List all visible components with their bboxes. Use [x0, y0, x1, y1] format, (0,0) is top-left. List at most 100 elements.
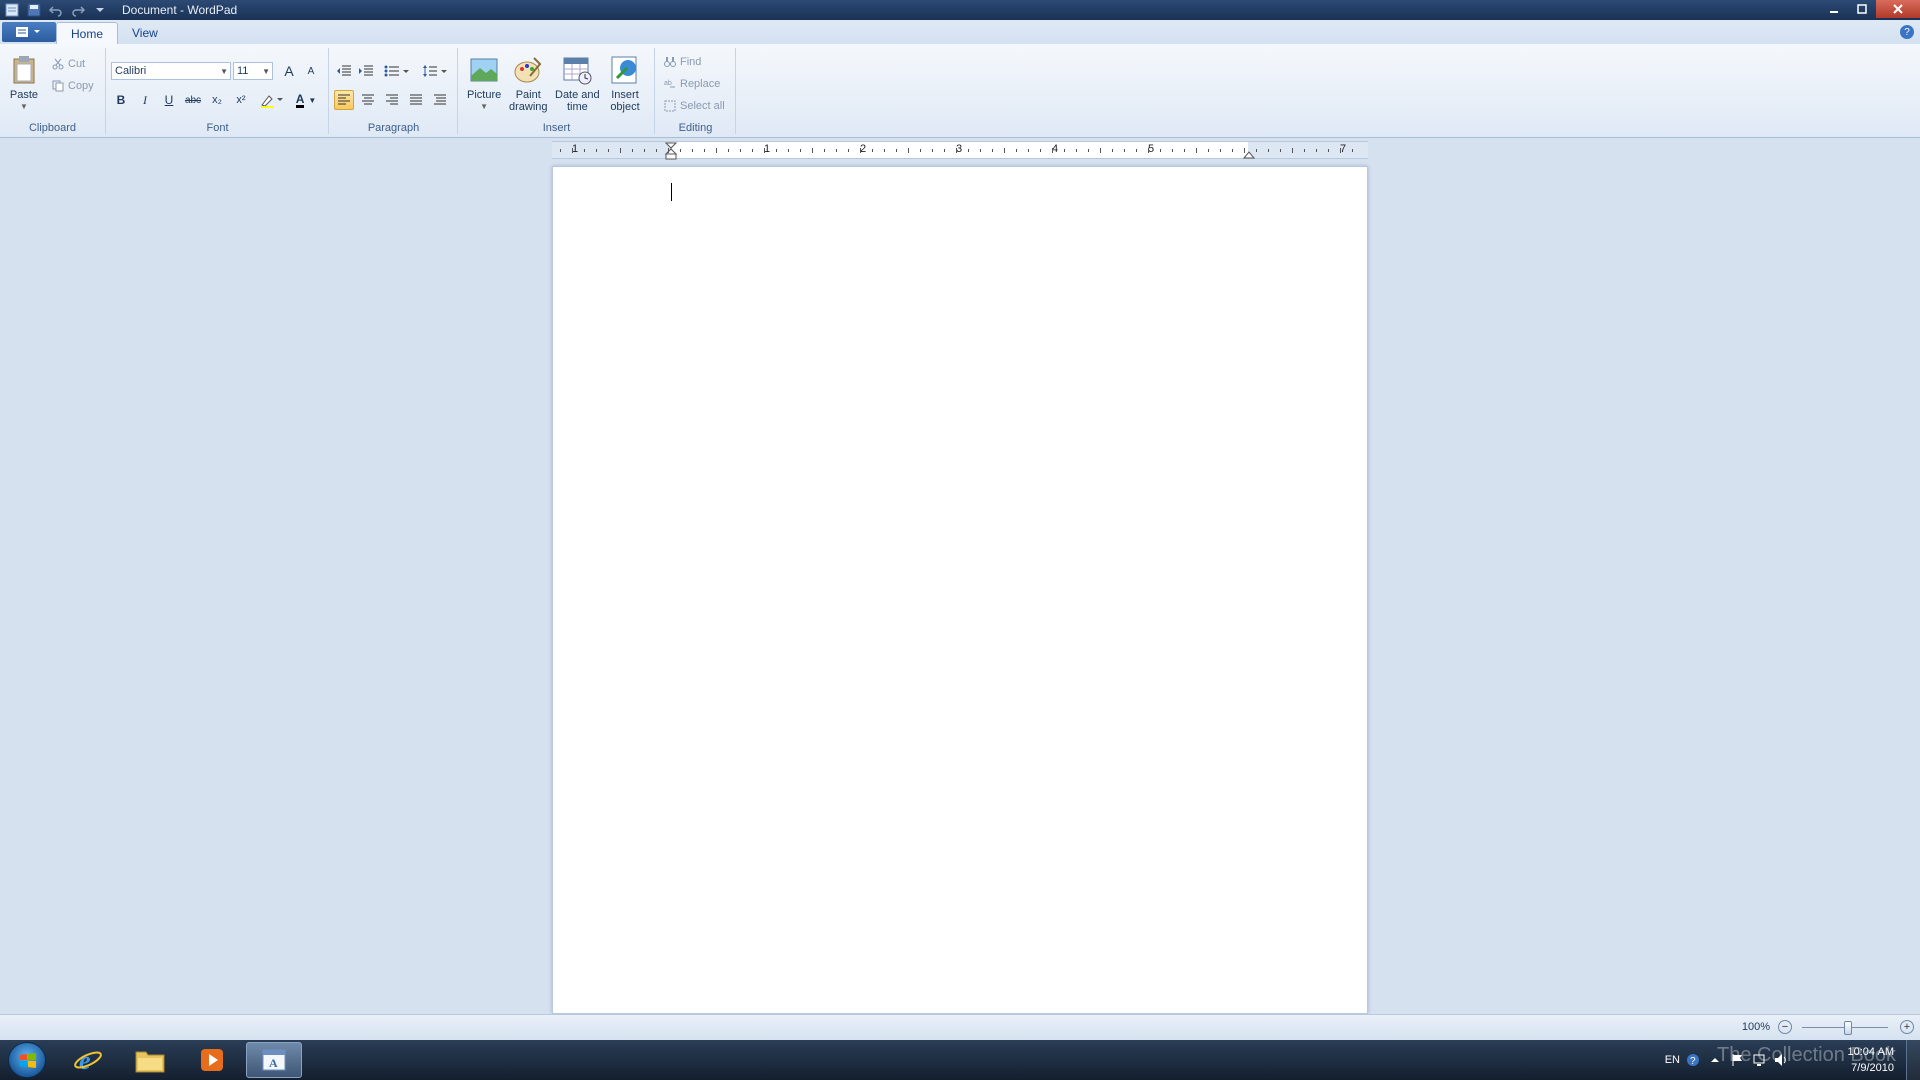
- increase-indent-button[interactable]: [356, 61, 376, 81]
- replace-button[interactable]: ab Replace: [664, 78, 720, 90]
- paste-button[interactable]: Paste ▼: [8, 54, 40, 113]
- ruler-tick: [560, 149, 561, 152]
- paint-drawing-label-1: Paint: [515, 89, 541, 101]
- undo-icon[interactable]: [48, 3, 64, 17]
- ruler-tick: [980, 149, 981, 152]
- paint-drawing-button[interactable]: Paint drawing: [509, 54, 548, 113]
- ruler-tick: [944, 149, 945, 152]
- copy-icon: [52, 80, 64, 92]
- paint-drawing-label-2: drawing: [509, 101, 548, 113]
- underline-button[interactable]: U: [159, 90, 179, 110]
- language-indicator[interactable]: EN: [1665, 1054, 1680, 1066]
- align-center-button[interactable]: [358, 90, 378, 110]
- taskbar-internet-explorer[interactable]: e: [60, 1042, 116, 1078]
- maximize-button[interactable]: [1848, 0, 1876, 18]
- volume-icon[interactable]: [1774, 1053, 1790, 1067]
- ruler-tick: [860, 148, 861, 153]
- wordpad-app-icon: [4, 3, 20, 17]
- align-right-button[interactable]: [382, 90, 402, 110]
- font-color-chevron-down-icon: ▼: [308, 95, 317, 105]
- show-hidden-icons-chevron-up-icon[interactable]: [1710, 1055, 1720, 1065]
- ruler-tick: [1316, 149, 1317, 152]
- insert-object-button[interactable]: Insert object: [609, 54, 641, 113]
- insert-group-label: Insert: [542, 122, 571, 134]
- title-bar: Document - WordPad: [0, 0, 1920, 20]
- zoom-level: 100%: [1741, 1021, 1770, 1033]
- tab-home[interactable]: Home: [56, 22, 119, 44]
- ruler-tick: [1064, 149, 1065, 152]
- ruler-tick: [596, 149, 597, 152]
- insert-object-label-2: object: [610, 101, 640, 113]
- line-spacing-button[interactable]: [420, 61, 450, 81]
- replace-icon: ab: [664, 80, 675, 88]
- ruler-tick: [932, 149, 933, 152]
- picture-icon: [470, 58, 498, 82]
- ruler-tick: [1256, 149, 1257, 152]
- network-icon[interactable]: [1752, 1053, 1766, 1067]
- ruler-tick: [1196, 148, 1197, 153]
- decrease-indent-button[interactable]: [334, 61, 354, 81]
- font-color-button[interactable]: A ▼: [291, 90, 321, 110]
- folder-icon: [135, 1051, 165, 1073]
- ruler[interactable]: 1 1 2 3 4 5 7: [552, 141, 1368, 160]
- tab-view[interactable]: View: [118, 22, 172, 44]
- align-left-button[interactable]: [334, 90, 354, 110]
- clock[interactable]: 10:04 AM 7/9/2010: [1848, 1044, 1894, 1076]
- find-button[interactable]: Find: [664, 56, 701, 68]
- ruler-tick: [1268, 149, 1269, 152]
- zoom-in-button[interactable]: +: [1900, 1020, 1914, 1034]
- date-time-button[interactable]: Date and time: [555, 54, 600, 113]
- paragraph-icon: [434, 94, 446, 105]
- close-button[interactable]: [1876, 0, 1920, 18]
- media-player-icon: [201, 1049, 223, 1071]
- ruler-tick: [1220, 149, 1221, 152]
- shrink-font-button[interactable]: A: [301, 61, 321, 81]
- first-line-indent-marker-icon[interactable]: [665, 142, 677, 160]
- select-all-icon: [664, 100, 676, 112]
- italic-button[interactable]: I: [135, 90, 155, 110]
- taskbar-windows-explorer[interactable]: [122, 1042, 178, 1078]
- ruler-tick: [1004, 148, 1005, 153]
- increase-indent-icon: [359, 65, 373, 76]
- help-tray-icon[interactable]: ?: [1686, 1053, 1700, 1067]
- copy-button[interactable]: Copy: [52, 80, 94, 92]
- taskbar-wordpad[interactable]: A: [246, 1042, 302, 1078]
- strikethrough-button[interactable]: abc: [183, 90, 203, 110]
- highlight-button[interactable]: [257, 90, 287, 110]
- ruler-tick: [836, 149, 837, 152]
- ruler-tick: [608, 149, 609, 152]
- font-size-select[interactable]: 11 ▼: [233, 62, 273, 80]
- system-tray: EN ?: [1665, 1040, 1790, 1080]
- bullets-button[interactable]: [382, 61, 412, 81]
- paste-chevron-down-icon[interactable]: ▼: [20, 101, 28, 113]
- font-family-select[interactable]: Calibri ▼: [111, 62, 231, 80]
- cut-button[interactable]: Cut: [52, 58, 85, 70]
- zoom-out-button[interactable]: −: [1778, 1020, 1792, 1034]
- superscript-button[interactable]: x²: [231, 90, 251, 110]
- save-icon[interactable]: [26, 3, 42, 17]
- help-icon[interactable]: ?: [1900, 25, 1914, 39]
- show-desktop-button[interactable]: [1906, 1040, 1920, 1080]
- application-menu-button[interactable]: [2, 22, 56, 42]
- minimize-button[interactable]: [1820, 0, 1848, 18]
- paragraph-group-label: Paragraph: [367, 122, 420, 134]
- paint-palette-icon: [514, 57, 542, 83]
- redo-icon[interactable]: [70, 3, 86, 17]
- strikethrough-icon: abc: [184, 94, 202, 106]
- picture-button[interactable]: Picture ▼: [467, 54, 501, 113]
- customize-qat-chevron-down-icon[interactable]: [92, 3, 108, 17]
- document-page[interactable]: [552, 166, 1368, 1014]
- subscript-button[interactable]: x₂: [207, 90, 227, 110]
- font-size-chevron-down-icon: ▼: [262, 67, 270, 76]
- bold-button[interactable]: B: [111, 90, 131, 110]
- action-center-flag-icon[interactable]: [1730, 1053, 1744, 1067]
- paragraph-settings-button[interactable]: [430, 90, 450, 110]
- zoom-slider-thumb[interactable]: [1844, 1021, 1852, 1035]
- select-all-button[interactable]: Select all: [664, 100, 725, 112]
- grow-font-button[interactable]: A: [279, 61, 299, 81]
- ruler-tick: [632, 149, 633, 152]
- justify-button[interactable]: [406, 90, 426, 110]
- taskbar-media-player[interactable]: [184, 1042, 240, 1078]
- copy-label: Copy: [68, 80, 94, 92]
- start-button[interactable]: [8, 1042, 46, 1078]
